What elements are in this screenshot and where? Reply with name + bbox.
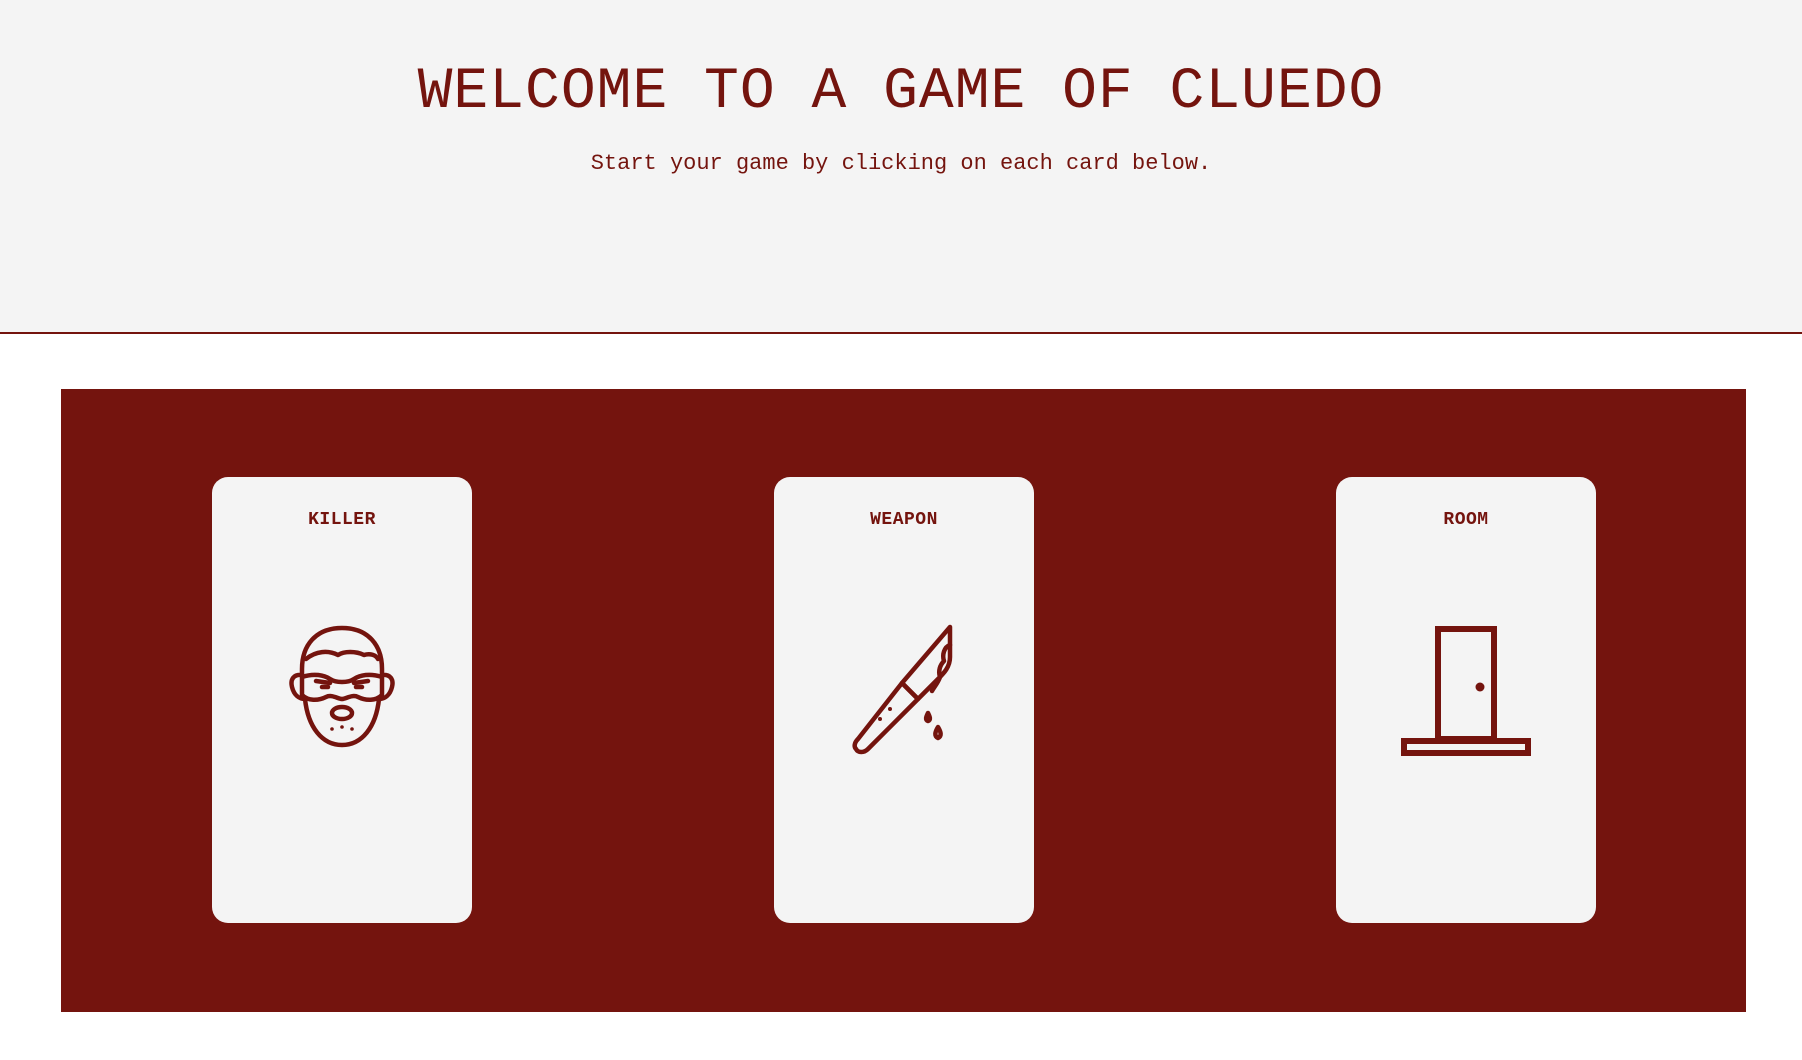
card-board: KILLER WEAPON ROOM: [61, 389, 1746, 1012]
page-subtitle: Start your game by clicking on each card…: [590, 151, 1212, 176]
door-icon: [1396, 617, 1536, 757]
killer-mask-icon: [272, 617, 412, 757]
card-killer[interactable]: KILLER: [212, 477, 472, 923]
card-killer-label: KILLER: [308, 510, 376, 530]
card-weapon[interactable]: WEAPON: [774, 477, 1034, 923]
bloody-knife-icon: [834, 617, 974, 757]
page-title: WELCOME TO A GAME OF CLUEDO: [417, 60, 1385, 125]
page-header: WELCOME TO A GAME OF CLUEDO Start your g…: [0, 0, 1802, 334]
card-room[interactable]: ROOM: [1336, 477, 1596, 923]
card-weapon-label: WEAPON: [870, 510, 938, 530]
card-room-label: ROOM: [1443, 510, 1489, 530]
